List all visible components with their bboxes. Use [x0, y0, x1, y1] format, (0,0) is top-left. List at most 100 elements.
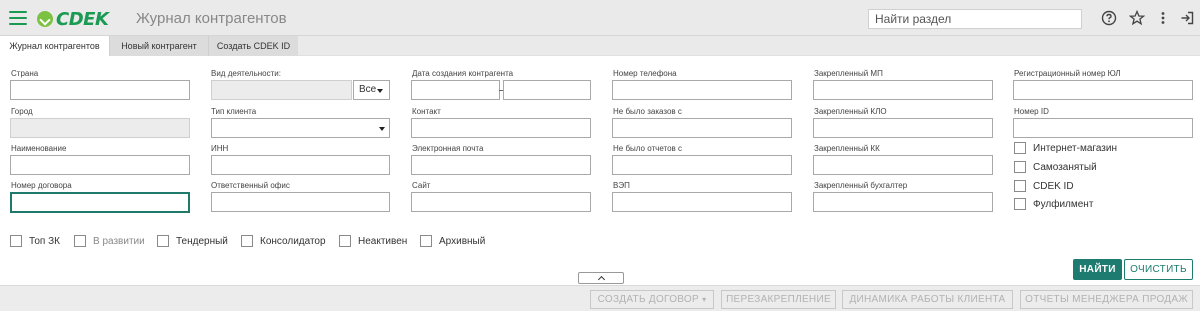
- checkbox-top-zk[interactable]: Топ ЗК: [10, 235, 60, 247]
- id-number-label: Номер ID: [1014, 107, 1049, 116]
- star-icon[interactable]: [1128, 9, 1146, 27]
- activity-type-select[interactable]: Все: [353, 80, 390, 100]
- checkbox-inactive[interactable]: Неактивен: [339, 235, 407, 247]
- reassign-button: ПЕРЕЗАКРЕПЛЕНИЕ: [721, 290, 836, 309]
- vzp-label: ВЭП: [613, 181, 630, 190]
- checkbox-consolidator[interactable]: Консолидатор: [241, 235, 326, 247]
- cdek-logo[interactable]: CDEK: [37, 8, 109, 30]
- responsible-office-field[interactable]: [211, 192, 390, 212]
- assigned-accountant-field[interactable]: [813, 192, 993, 212]
- checkbox-label: Самозанятый: [1033, 161, 1097, 173]
- activity-type-label: Вид деятельности:: [211, 69, 281, 78]
- reg-number-field[interactable]: [1013, 80, 1193, 100]
- inn-label: ИНН: [211, 144, 229, 153]
- checkbox-box[interactable]: [241, 235, 253, 247]
- manager-reports-button: ОТЧЕТЫ МЕНЕДЖЕРА ПРОДАЖ: [1020, 290, 1193, 309]
- assigned-klo-label: Закрепленный КЛО: [814, 107, 887, 116]
- contact-label: Контакт: [412, 107, 441, 116]
- checkbox-label: CDEK ID: [1033, 180, 1074, 192]
- email-label: Электронная почта: [412, 144, 484, 153]
- responsible-office-label: Ответственный офис: [211, 181, 290, 190]
- logout-icon[interactable]: [1178, 9, 1196, 27]
- created-date-label: Дата создания контрагента: [412, 69, 514, 78]
- create-contract-label: СОЗДАТЬ ДОГОВОР: [597, 294, 699, 305]
- create-contract-button: СОЗДАТЬ ДОГОВОР ▾: [590, 290, 714, 309]
- assigned-klo-field[interactable]: [813, 118, 993, 138]
- checkbox-box[interactable]: [1014, 198, 1026, 210]
- assigned-mp-label: Закрепленный МП: [814, 69, 883, 78]
- country-label: Страна: [11, 69, 39, 78]
- menu-icon[interactable]: [9, 11, 27, 25]
- site-field[interactable]: [411, 192, 591, 212]
- client-type-select[interactable]: [211, 118, 390, 138]
- no-reports-field[interactable]: [612, 155, 792, 175]
- chevron-down-icon: [379, 127, 385, 131]
- checkbox-box[interactable]: [420, 235, 432, 247]
- find-button[interactable]: НАЙТИ: [1073, 259, 1122, 280]
- checkbox-box[interactable]: [10, 235, 22, 247]
- checkbox-archived[interactable]: Архивный: [420, 235, 485, 247]
- client-dynamics-button: ДИНАМИКА РАБОТЫ КЛИЕНТА: [842, 290, 1013, 309]
- footer-toolbar: СОЗДАТЬ ДОГОВОР ▾ ПЕРЕЗАКРЕПЛЕНИЕ ДИНАМИ…: [0, 285, 1200, 311]
- checkbox-box[interactable]: [74, 235, 86, 247]
- page-title: Журнал контрагентов: [136, 10, 287, 27]
- checkbox-label: Топ ЗК: [29, 235, 60, 247]
- assigned-kk-label: Закрепленный КК: [814, 144, 880, 153]
- checkbox-label: В развитии: [93, 235, 145, 247]
- checkbox-self-employed[interactable]: Самозанятый: [1014, 161, 1097, 173]
- no-orders-field[interactable]: [612, 118, 792, 138]
- top-bar: CDEK Журнал контрагентов: [0, 0, 1200, 36]
- logo-mark-icon: [37, 11, 53, 27]
- chevron-up-icon: [597, 275, 605, 284]
- tab-contractor-journal[interactable]: Журнал контрагентов: [0, 36, 109, 56]
- created-date-to-field[interactable]: [503, 80, 591, 100]
- more-vertical-icon[interactable]: [1154, 9, 1172, 27]
- checkbox-box[interactable]: [339, 235, 351, 247]
- collapse-filters-button[interactable]: [578, 272, 624, 284]
- clear-button[interactable]: ОЧИСТИТЬ: [1124, 259, 1193, 280]
- chevron-down-icon: [377, 89, 383, 93]
- tab-create-cdek-id[interactable]: Создать CDEK ID: [208, 36, 298, 56]
- vzp-field[interactable]: [612, 192, 792, 212]
- email-field[interactable]: [411, 155, 591, 175]
- city-field: [10, 118, 190, 138]
- no-orders-label: Не было заказов с: [613, 107, 682, 116]
- caret-down-icon: ▾: [702, 295, 707, 304]
- contact-field[interactable]: [411, 118, 591, 138]
- assigned-kk-field[interactable]: [813, 155, 993, 175]
- checkbox-cdek-id[interactable]: CDEK ID: [1014, 180, 1074, 192]
- tab-bar: Журнал контрагентов Новый контрагент Соз…: [0, 36, 1200, 56]
- checkbox-label: Фулфилмент: [1033, 198, 1094, 210]
- search-input[interactable]: [868, 9, 1082, 29]
- assigned-mp-field[interactable]: [813, 80, 993, 100]
- help-icon[interactable]: [1100, 9, 1118, 27]
- no-reports-label: Не было отчетов с: [613, 144, 682, 153]
- logo-text: CDEK: [56, 8, 109, 30]
- checkbox-box[interactable]: [157, 235, 169, 247]
- client-type-label: Тип клиента: [211, 107, 257, 116]
- activity-type-field: [211, 80, 352, 100]
- id-number-field[interactable]: [1013, 118, 1193, 138]
- checkbox-tender[interactable]: Тендерный: [157, 235, 228, 247]
- reg-number-label: Регистрационный номер ЮЛ: [1014, 69, 1121, 78]
- site-label: Сайт: [412, 181, 431, 190]
- activity-select-value: Все: [359, 84, 377, 95]
- tab-new-contractor[interactable]: Новый контрагент: [109, 36, 208, 56]
- name-field[interactable]: [10, 155, 190, 175]
- checkbox-box[interactable]: [1014, 180, 1026, 192]
- checkbox-label: Архивный: [439, 235, 486, 247]
- phone-field[interactable]: [612, 80, 792, 100]
- contract-number-label: Номер договора: [11, 181, 72, 190]
- checkbox-label: Неактивен: [358, 235, 408, 247]
- inn-field[interactable]: [211, 155, 390, 175]
- created-date-from-field[interactable]: [411, 80, 500, 100]
- country-field[interactable]: [10, 80, 190, 100]
- checkbox-box[interactable]: [1014, 142, 1026, 154]
- phone-label: Номер телефона: [613, 69, 677, 78]
- contract-number-field[interactable]: [10, 192, 190, 213]
- checkbox-online-store[interactable]: Интернет-магазин: [1014, 142, 1117, 154]
- assigned-accountant-label: Закрепленный бухгалтер: [814, 181, 908, 190]
- checkbox-box[interactable]: [1014, 161, 1026, 173]
- checkbox-fulfillment[interactable]: Фулфилмент: [1014, 198, 1093, 210]
- checkbox-in-development[interactable]: В развитии: [74, 235, 145, 247]
